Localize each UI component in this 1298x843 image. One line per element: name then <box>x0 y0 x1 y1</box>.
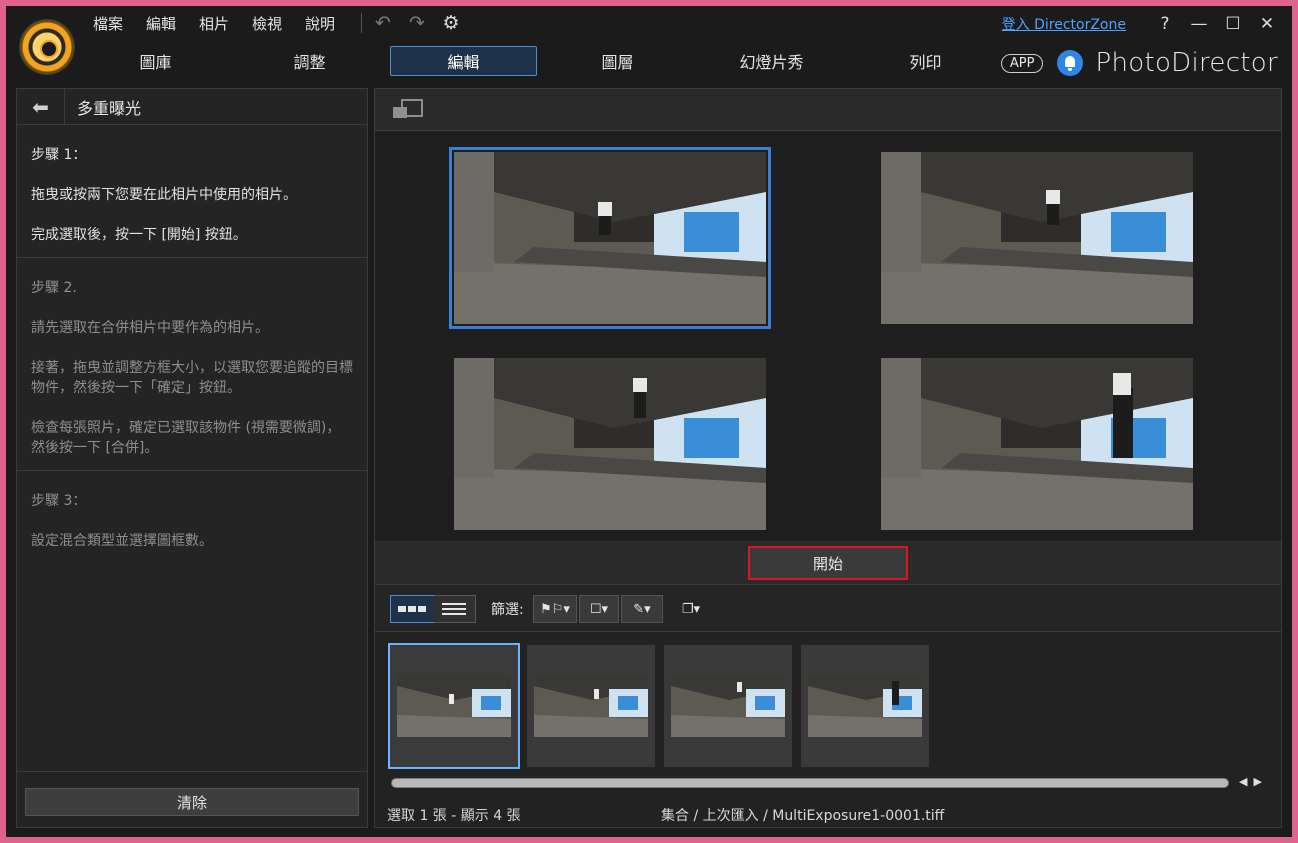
filmstrip <box>375 633 1281 773</box>
file-path-status: 集合 / 上次匯入 / MultiExposure1-0001.tiff <box>661 808 945 824</box>
app-button[interactable]: APP <box>1000 53 1044 73</box>
selection-status: 選取 1 張 - 顯示 4 張 <box>387 808 521 824</box>
tab-library[interactable]: 圖庫 <box>82 46 229 76</box>
scroll-right-icon[interactable]: ▶ <box>1253 775 1267 788</box>
notification-bell-icon[interactable] <box>1057 50 1084 76</box>
edit-filter-dropdown[interactable]: ✎▾ <box>621 595 663 623</box>
step-heading: 步驟 3： <box>31 493 87 509</box>
photodirector-logo[interactable] <box>20 20 74 74</box>
thumbnail-image <box>397 675 511 737</box>
app-window: 檔案 編輯 相片 檢視 說明 ↶ ↷ ⚙ 圖庫 調整 編輯 圖層 幻燈片秀 列印… <box>6 6 1292 837</box>
filmstrip-thumbnail[interactable] <box>527 645 655 767</box>
thumbnail-image <box>671 675 785 737</box>
start-bar: 開始 <box>375 541 1281 585</box>
clear-button[interactable]: 清除 <box>25 788 359 816</box>
flag-filter-dropdown[interactable]: ⚑⚐▾ <box>533 595 577 623</box>
step-2: 步驟 2. 請先選取在合併相片中要作為的相片。 接著，拖曳並調整方框大小，以選取… <box>17 258 367 471</box>
settings-gear-icon[interactable]: ⚙ <box>440 12 462 34</box>
filter-label: 篩選: <box>491 602 524 618</box>
module-tabs: 圖庫 調整 編輯 圖層 幻燈片秀 列印 <box>82 46 1006 76</box>
maximize-icon[interactable]: ☐ <box>1216 14 1250 34</box>
filmstrip-view-button[interactable] <box>390 595 434 623</box>
step-3: 步驟 3： 設定混合類型並選擇圖框數。 <box>17 471 367 563</box>
tab-adjust[interactable]: 調整 <box>236 46 383 76</box>
preview-toolbar <box>375 89 1281 131</box>
square-icon: ☐▾ <box>589 601 609 617</box>
stack-icon: ❐▾ <box>681 601 701 617</box>
back-arrow-icon[interactable]: ⬅ <box>17 88 65 125</box>
filmstrip-thumbnail[interactable] <box>664 645 792 767</box>
photo-preview-grid <box>375 132 1281 540</box>
close-icon[interactable]: ✕ <box>1250 14 1284 34</box>
menu-bar: 檔案 編輯 相片 檢視 說明 ↶ ↷ ⚙ <box>88 10 474 36</box>
panel-title: 多重曝光 <box>77 98 142 118</box>
stack-dropdown[interactable]: ❐▾ <box>671 595 711 623</box>
step-text: 完成選取後，按一下 [開始] 按鈕。 <box>31 227 247 243</box>
tab-layers[interactable]: 圖層 <box>544 46 691 76</box>
color-label-filter-dropdown[interactable]: ☐▾ <box>579 595 619 623</box>
multi-exposure-panel: ⬅ 多重曝光 步驟 1： 拖曳或按兩下您要在此相片中使用的相片。 完成選取後，按… <box>16 88 368 828</box>
undo-icon[interactable]: ↶ <box>372 12 394 34</box>
status-bar: 選取 1 張 - 顯示 4 張 集合 / 上次匯入 / MultiExposur… <box>375 799 1281 827</box>
preview-photo-2[interactable] <box>881 152 1193 324</box>
thumbnail-image <box>808 675 922 737</box>
list-view-button[interactable] <box>433 596 475 622</box>
step-heading: 步驟 2. <box>31 280 77 296</box>
tab-print[interactable]: 列印 <box>852 46 999 76</box>
window-controls: 登入 DirectorZone ? — ☐ ✕ <box>1002 12 1284 36</box>
filmstrip-thumbnail[interactable] <box>801 645 929 767</box>
pencil-icon: ✎▾ <box>633 601 651 617</box>
step-text: 拖曳或按兩下您要在此相片中使用的相片。 <box>31 187 297 203</box>
tab-slideshow[interactable]: 幻燈片秀 <box>698 46 845 76</box>
scroll-left-icon[interactable]: ◀ <box>1239 775 1253 788</box>
flag-icon: ⚑⚐▾ <box>540 601 570 617</box>
help-button[interactable]: ? <box>1148 14 1182 34</box>
minimize-icon[interactable]: — <box>1182 14 1216 34</box>
compare-view-icon[interactable] <box>393 99 423 121</box>
menu-photo[interactable]: 相片 <box>199 13 235 34</box>
start-button[interactable]: 開始 <box>748 546 908 580</box>
directorzone-login-link[interactable]: 登入 DirectorZone <box>1002 14 1126 34</box>
preview-photo-1[interactable] <box>449 147 771 329</box>
tab-edit[interactable]: 編輯 <box>390 46 537 76</box>
panel-header: ⬅ 多重曝光 <box>17 88 367 125</box>
step-text: 檢查每張照片，確定已選取該物件 (視需要微調)，然後按一下 [合併]。 <box>31 420 341 456</box>
preview-photo-3[interactable] <box>454 358 766 530</box>
view-mode-toggle <box>390 595 476 623</box>
redo-icon[interactable]: ↷ <box>406 12 428 34</box>
menu-help[interactable]: 說明 <box>305 13 341 34</box>
menu-file[interactable]: 檔案 <box>93 13 129 34</box>
step-text: 設定混合類型並選擇圖框數。 <box>31 533 213 549</box>
brand-area: APP PhotoDirector <box>1000 46 1278 80</box>
brand-name: PhotoDirector <box>1095 48 1278 78</box>
thumbnail-image <box>534 675 648 737</box>
step-text: 接著，拖曳並調整方框大小，以選取您要追蹤的目標物件，然後按一下「確定」按鈕。 <box>31 360 353 396</box>
main-area: 開始 篩選: ⚑⚐▾ ☐▾ ✎▾ ❐▾ ◀▶ 選取 1 張 - 顯示 4 張 集… <box>374 88 1282 828</box>
panel-footer: 清除 <box>17 771 367 827</box>
menu-divider <box>361 13 362 33</box>
filter-toolbar: 篩選: ⚑⚐▾ ☐▾ ✎▾ ❐▾ <box>375 586 1281 632</box>
step-heading: 步驟 1： <box>31 147 87 163</box>
step-1: 步驟 1： 拖曳或按兩下您要在此相片中使用的相片。 完成選取後，按一下 [開始]… <box>17 125 367 258</box>
filmstrip-thumbnail[interactable] <box>388 643 520 769</box>
filmstrip-scrollbar[interactable] <box>391 778 1229 788</box>
menu-view[interactable]: 檢視 <box>252 13 288 34</box>
step-text: 請先選取在合併相片中要作為的相片。 <box>31 320 269 336</box>
preview-photo-4[interactable] <box>881 358 1193 530</box>
scroll-arrows[interactable]: ◀▶ <box>1239 775 1268 788</box>
menu-edit[interactable]: 編輯 <box>146 13 182 34</box>
